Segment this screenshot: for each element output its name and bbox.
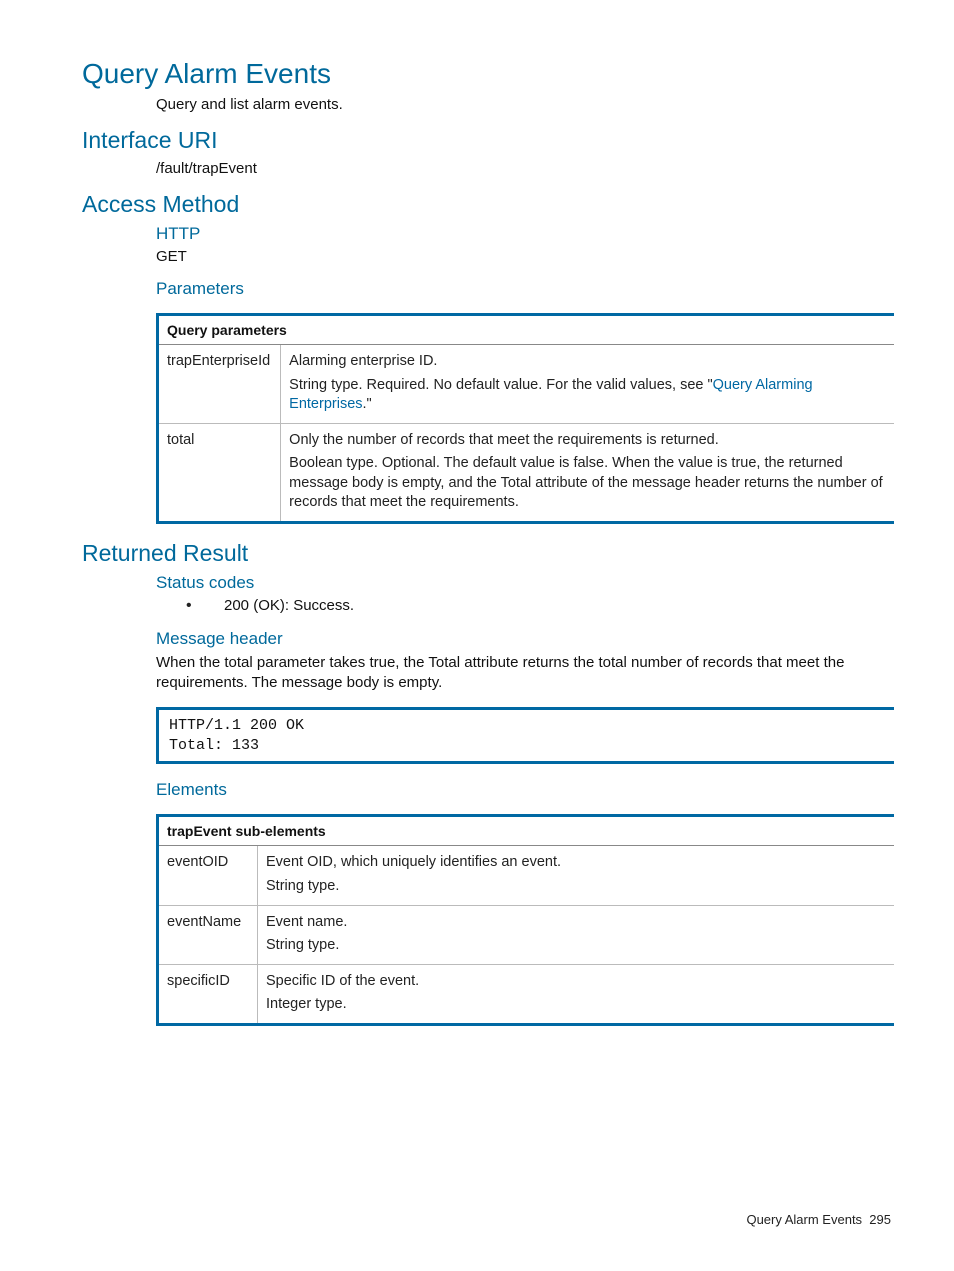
element-desc-line: Specific ID of the event. [266, 972, 886, 992]
param-desc-line: Alarming enterprise ID. [289, 352, 886, 372]
table-header: trapEvent sub-elements [158, 816, 895, 846]
element-desc-line: Integer type. [266, 995, 886, 1015]
parameters-heading: Parameters [156, 279, 891, 299]
param-name: trapEnterpriseId [158, 345, 281, 424]
table-header: Query parameters [158, 315, 895, 345]
element-desc: Event OID, which uniquely identifies an … [258, 846, 895, 905]
param-desc: Alarming enterprise ID. String type. Req… [281, 345, 894, 424]
access-method-heading: Access Method [82, 191, 891, 218]
table-row: total Only the number of records that me… [158, 423, 895, 522]
page-footer: Query Alarm Events 295 [746, 1212, 891, 1227]
list-item: 200 (OK): Success. [186, 597, 891, 615]
interface-uri-value: /fault/trapEvent [156, 160, 891, 177]
status-code-text: 200 (OK): Success. [224, 597, 354, 614]
element-name: specificID [158, 964, 258, 1024]
table-row: specificID Specific ID of the event. Int… [158, 964, 895, 1024]
message-header-heading: Message header [156, 629, 891, 649]
elements-heading: Elements [156, 780, 891, 800]
page-description: Query and list alarm events. [156, 96, 891, 113]
text: ." [363, 396, 372, 412]
element-desc-line: Event name. [266, 913, 886, 933]
param-desc-line: String type. Required. No default value.… [289, 376, 886, 415]
message-header-text: When the total parameter takes true, the… [156, 653, 891, 694]
param-desc-line: Only the number of records that meet the… [289, 431, 886, 451]
element-desc: Event name. String type. [258, 905, 895, 964]
returned-result-heading: Returned Result [82, 540, 891, 567]
element-desc-line: String type. [266, 877, 886, 897]
query-parameters-table: Query parameters trapEnterpriseId Alarmi… [156, 313, 894, 524]
element-desc-line: Event OID, which uniquely identifies an … [266, 853, 886, 873]
element-desc-line: String type. [266, 936, 886, 956]
http-method: GET [156, 248, 891, 265]
interface-uri-heading: Interface URI [82, 127, 891, 154]
table-row: trapEnterpriseId Alarming enterprise ID.… [158, 345, 895, 424]
code-sample: HTTP/1.1 200 OK Total: 133 [156, 707, 894, 764]
param-name: total [158, 423, 281, 522]
table-row: eventOID Event OID, which uniquely ident… [158, 846, 895, 905]
footer-label: Query Alarm Events [746, 1212, 862, 1227]
element-name: eventOID [158, 846, 258, 905]
element-name: eventName [158, 905, 258, 964]
param-desc-line: Boolean type. Optional. The default valu… [289, 454, 886, 513]
table-row: eventName Event name. String type. [158, 905, 895, 964]
param-desc: Only the number of records that meet the… [281, 423, 894, 522]
http-heading: HTTP [156, 224, 891, 244]
page-title: Query Alarm Events [82, 58, 891, 90]
text: String type. Required. No default value.… [289, 377, 712, 393]
status-codes-list: 200 (OK): Success. [186, 597, 891, 615]
element-desc: Specific ID of the event. Integer type. [258, 964, 895, 1024]
status-codes-heading: Status codes [156, 573, 891, 593]
footer-page: 295 [869, 1212, 891, 1227]
elements-table: trapEvent sub-elements eventOID Event OI… [156, 814, 894, 1025]
